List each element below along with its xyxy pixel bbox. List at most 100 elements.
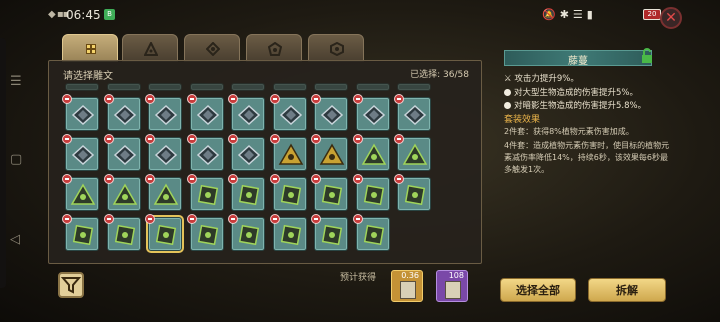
deselect-icon[interactable] — [311, 214, 321, 224]
rune-cell[interactable] — [394, 94, 431, 131]
deselect-icon[interactable] — [145, 94, 155, 104]
rune-cell[interactable] — [103, 174, 141, 211]
rune-cell[interactable] — [228, 214, 265, 251]
close-button[interactable]: ✕ — [660, 7, 682, 29]
funnel-icon — [60, 277, 82, 294]
deselect-icon[interactable] — [394, 174, 404, 184]
green-sq-rune-icon — [155, 224, 177, 246]
rune-cell[interactable] — [62, 94, 99, 131]
tab-square-rune[interactable] — [62, 34, 118, 62]
rune-cell[interactable] — [145, 134, 182, 171]
rune-cell[interactable] — [228, 174, 265, 211]
rune-cell[interactable] — [352, 174, 390, 211]
deselect-icon[interactable] — [103, 94, 114, 104]
deselect-icon[interactable] — [311, 134, 321, 144]
deselect-icon[interactable] — [145, 214, 155, 224]
rune-cell[interactable] — [103, 134, 141, 171]
rune-cell[interactable] — [145, 214, 182, 251]
rune-cell[interactable] — [269, 134, 307, 171]
rune-cell[interactable] — [186, 94, 224, 131]
deselect-icon[interactable] — [186, 134, 197, 144]
green-tri-rune-icon — [402, 143, 428, 165]
deselect-icon[interactable] — [228, 134, 238, 144]
menu-icon[interactable]: ☰ — [10, 74, 22, 89]
deselect-icon[interactable] — [103, 174, 114, 184]
tab-pentagon-rune[interactable] — [246, 34, 302, 62]
rune-cell[interactable] — [186, 134, 224, 171]
rune-cell[interactable] — [186, 174, 224, 211]
reward-count: 0.36 — [401, 271, 419, 280]
tab-triangle-rune[interactable] — [122, 34, 178, 62]
rune-cell-partial — [106, 83, 141, 91]
deselect-icon[interactable] — [352, 174, 363, 184]
deselect-icon[interactable] — [394, 94, 404, 104]
gold-tri-rune-icon — [319, 143, 345, 165]
deselect-icon[interactable] — [228, 94, 238, 104]
bullet-icon — [504, 102, 511, 109]
rune-cell[interactable] — [394, 174, 431, 211]
rune-cell[interactable] — [352, 134, 390, 171]
rune-cell[interactable] — [269, 94, 307, 131]
deselect-icon[interactable] — [311, 174, 321, 184]
deselect-icon[interactable] — [62, 214, 72, 224]
deselect-icon[interactable] — [103, 214, 114, 224]
rune-cell[interactable] — [103, 214, 141, 251]
select-all-button[interactable]: 选择全部 — [500, 278, 576, 302]
rune-cell[interactable] — [269, 214, 307, 251]
tab-diamond-rune[interactable] — [184, 34, 240, 62]
deselect-icon[interactable] — [103, 134, 114, 144]
green-sq-rune-icon — [238, 184, 260, 206]
deselect-icon[interactable] — [394, 134, 404, 144]
deselect-icon[interactable] — [145, 134, 155, 144]
gold-tri-rune-icon — [278, 143, 303, 165]
rune-cell[interactable] — [311, 174, 348, 211]
deselect-icon[interactable] — [352, 94, 363, 104]
cracked-rune-icon — [237, 144, 261, 166]
rune-cell[interactable] — [103, 94, 141, 131]
rune-cell[interactable] — [145, 94, 182, 131]
rune-cell[interactable] — [62, 214, 99, 251]
rune-cell[interactable] — [352, 214, 390, 251]
rune-cell[interactable] — [228, 94, 265, 131]
stat-shadow-creature: 对暗影生物造成的伤害提升5.8%。 — [504, 99, 646, 111]
deselect-icon[interactable] — [228, 214, 238, 224]
lock-icon[interactable] — [641, 48, 653, 64]
deselect-icon[interactable] — [228, 174, 238, 184]
rune-cell[interactable] — [228, 134, 265, 171]
deselect-icon[interactable] — [269, 174, 280, 184]
deselect-icon[interactable] — [352, 134, 363, 144]
home-icon[interactable]: ▢ — [10, 152, 22, 167]
rune-cell[interactable] — [311, 214, 348, 251]
deselect-icon[interactable] — [186, 94, 197, 104]
rune-cell[interactable] — [394, 134, 431, 171]
green-sq-rune-icon — [197, 184, 218, 206]
deselect-icon[interactable] — [311, 94, 321, 104]
back-icon[interactable]: ◁ — [10, 232, 20, 247]
deselect-icon[interactable] — [269, 134, 280, 144]
rune-selection-panel: 请选择雕文 已选择: 36/58 — [48, 60, 482, 264]
rune-cell[interactable] — [311, 94, 348, 131]
rune-cell[interactable] — [311, 134, 348, 171]
deselect-icon[interactable] — [62, 134, 72, 144]
cracked-rune-icon — [154, 144, 178, 166]
deselect-icon[interactable] — [62, 174, 72, 184]
deselect-icon[interactable] — [352, 214, 363, 224]
cracked-rune-icon — [71, 144, 95, 166]
deselect-icon[interactable] — [269, 94, 280, 104]
rune-cell[interactable] — [352, 94, 390, 131]
deselect-icon[interactable] — [186, 174, 197, 184]
deselect-icon[interactable] — [62, 94, 72, 104]
tab-hexagon-rune[interactable] — [308, 34, 364, 62]
rune-cell[interactable] — [186, 214, 224, 251]
stat-attack: ⚔ 攻击力提升9%。 — [504, 74, 579, 84]
deselect-icon[interactable] — [186, 214, 197, 224]
rune-cell[interactable] — [62, 134, 99, 171]
rune-cell[interactable] — [269, 174, 307, 211]
rune-cell[interactable] — [145, 174, 182, 211]
deselect-icon[interactable] — [145, 174, 155, 184]
rune-cell-partial — [355, 83, 390, 91]
decompose-button[interactable]: 拆解 — [588, 278, 666, 302]
rune-cell[interactable] — [62, 174, 99, 211]
deselect-icon[interactable] — [269, 214, 280, 224]
filter-button[interactable] — [58, 272, 84, 298]
